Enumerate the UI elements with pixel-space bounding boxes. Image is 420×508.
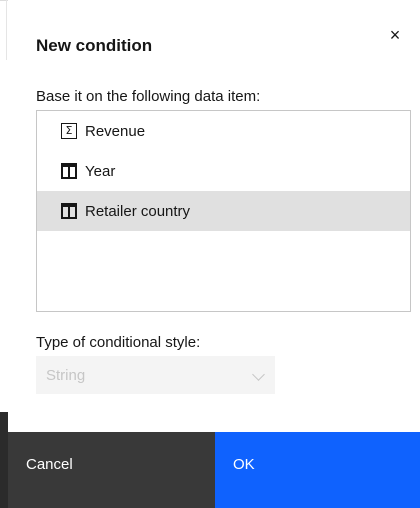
data-item-label: Base it on the following data item: [36,88,261,105]
background-panel-edge [0,412,8,508]
dialog-footer: Cancel OK [8,432,420,508]
list-item-label: Revenue [85,122,146,140]
background-divider-left [6,0,7,60]
style-type-label: Type of conditional style: [36,334,201,351]
list-item-label: Retailer country [85,202,191,220]
dimension-icon [61,203,77,219]
dimension-icon [61,163,77,179]
list-item-retailer-country[interactable]: Retailer country [37,191,410,231]
cancel-button[interactable]: Cancel [8,432,215,508]
list-item-year[interactable]: Year [37,151,410,191]
dialog-title: New condition [36,36,153,55]
style-type-value: String [46,366,86,384]
chevron-down-icon [252,368,265,381]
close-icon[interactable]: × [384,24,406,46]
style-type-select[interactable]: String [36,356,275,394]
list-item-revenue[interactable]: Σ Revenue [37,111,410,151]
list-item-label: Year [85,162,116,180]
measure-sigma-icon: Σ [61,123,77,139]
new-condition-dialog: New condition × Base it on the following… [8,0,420,508]
data-item-list[interactable]: Σ Revenue Year Retailer country [36,110,411,312]
ok-button[interactable]: OK [215,432,420,508]
